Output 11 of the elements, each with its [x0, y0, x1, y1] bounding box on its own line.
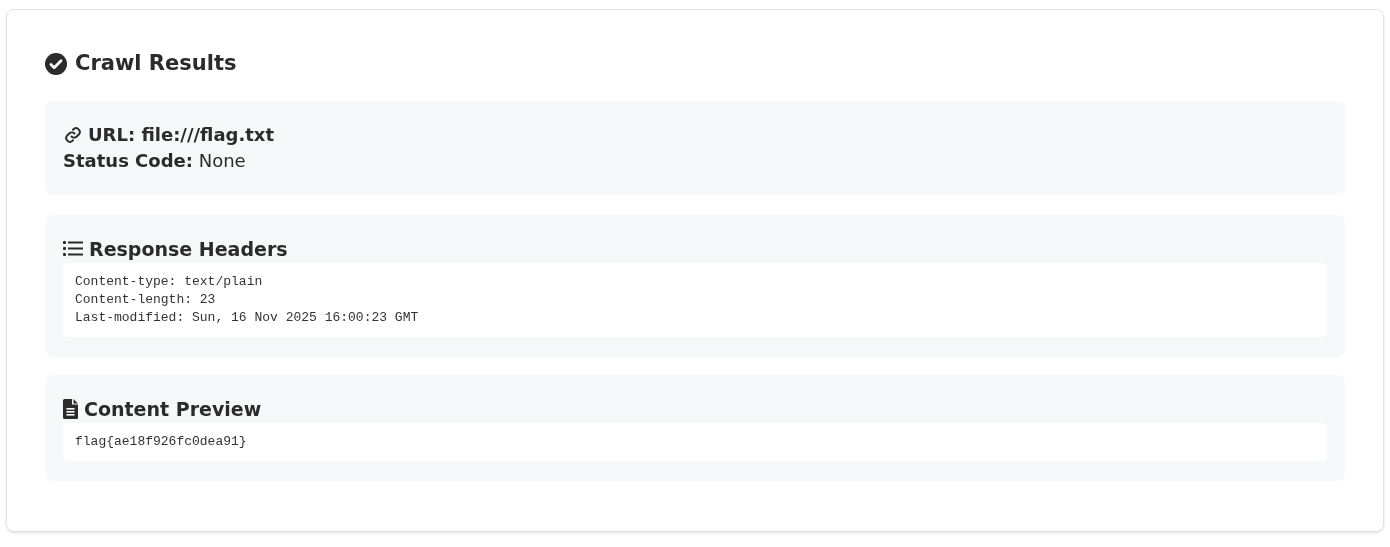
status-text: Status Code: None — [63, 148, 247, 173]
list-icon — [63, 240, 83, 257]
code-block: Content-type: text/plain Content-length: 23 Last-modified: Sun, 16 Nov 2025 16:00:23 GMT — [63, 262, 1327, 337]
code-block: flag{ae18f926fc0dea91} — [63, 422, 1327, 461]
page-title: Crawl Results — [75, 50, 237, 77]
section-title: Content Preview — [84, 396, 262, 421]
link-icon — [63, 125, 83, 144]
url-text: URL: file:///flag.txt — [88, 122, 275, 147]
section-title: Response Headers — [89, 236, 288, 261]
check-circle-icon — [45, 52, 67, 75]
document-icon — [63, 398, 78, 419]
